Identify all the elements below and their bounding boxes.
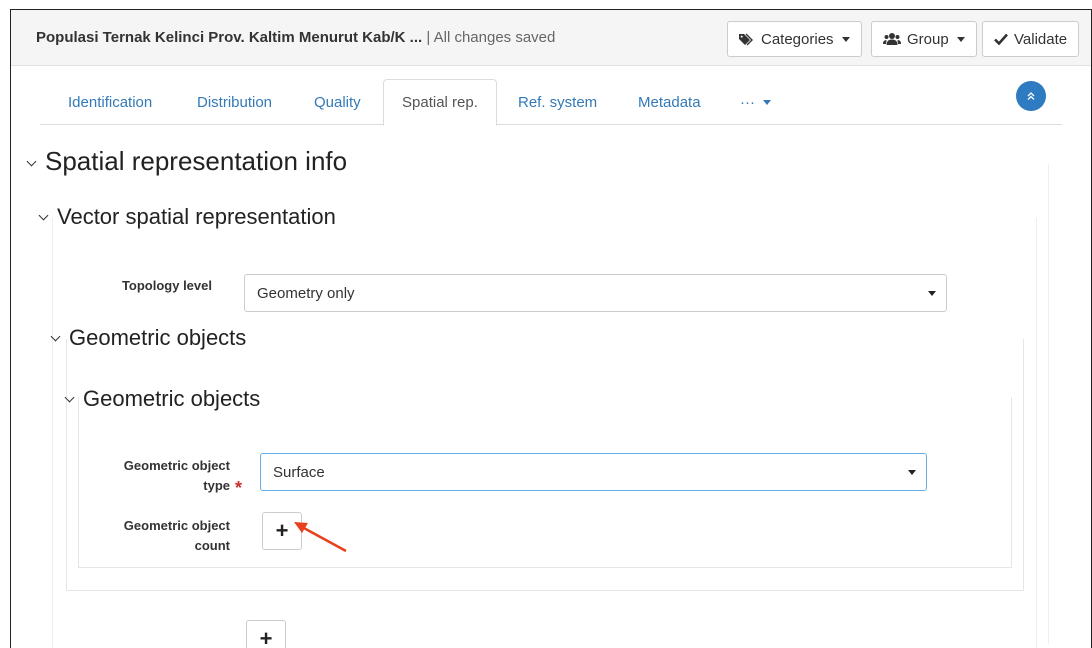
geometric-object-type-select[interactable]: Surface: [260, 453, 927, 491]
topology-value: Geometry only: [257, 284, 355, 302]
topology-select[interactable]: Geometry only: [244, 274, 947, 312]
tab-metadata[interactable]: Metadata: [620, 79, 719, 125]
chevron-down-icon: [908, 470, 916, 475]
required-mark: *: [235, 478, 243, 498]
title-separator: |: [426, 29, 431, 46]
tab-spatial-rep[interactable]: Spatial rep.: [383, 79, 497, 126]
tab-distribution[interactable]: Distribution: [179, 79, 290, 125]
chevron-down-icon: [763, 99, 771, 105]
more-label: ···: [740, 93, 755, 111]
section-spatial-info[interactable]: Spatial representation info: [26, 146, 348, 177]
section-title: Geometric objects: [69, 325, 247, 350]
validate-label: Validate: [1014, 30, 1068, 48]
group-button[interactable]: Group: [871, 21, 977, 57]
document-name: Populasi Ternak Kelinci Prov. Kaltim Men…: [36, 29, 423, 46]
scroll-top-button[interactable]: [1016, 81, 1046, 111]
arrow-annotation-icon: [294, 522, 347, 553]
label-line: count: [194, 538, 230, 553]
chevron-down-icon: [64, 392, 75, 403]
group-label: Group: [907, 30, 949, 48]
geometric-object-count-label: Geometric object count: [100, 516, 230, 556]
document-title: Populasi Ternak Kelinci Prov. Kaltim Men…: [36, 29, 555, 46]
geometric-object-type-value: Surface: [273, 463, 325, 481]
users-icon: [883, 33, 901, 45]
topology-label: Topology level: [121, 278, 212, 293]
section-geometric-objects-inner[interactable]: Geometric objects: [64, 386, 261, 412]
categories-label: Categories: [761, 30, 834, 48]
chevron-down-icon: [841, 36, 850, 42]
categories-button[interactable]: Categories: [727, 21, 862, 57]
geometric-object-type-label: Geometric object type: [100, 456, 230, 496]
tab-identification[interactable]: Identification: [50, 79, 170, 125]
tab-more[interactable]: ···: [722, 79, 789, 125]
chevron-up-icon: [1027, 92, 1035, 100]
label-line: type: [203, 478, 230, 493]
section-geometric-objects-outer[interactable]: Geometric objects: [50, 325, 247, 351]
tab-quality[interactable]: Quality: [296, 79, 379, 125]
plus-icon: +: [275, 518, 289, 543]
chevron-down-icon: [50, 331, 61, 342]
section-title: Spatial representation info: [45, 146, 348, 176]
tag-icon: [739, 33, 753, 45]
check-icon: [994, 33, 1008, 45]
editor-tabs: Identification Distribution Quality Spat…: [40, 79, 1062, 126]
section-title: Geometric objects: [83, 386, 261, 411]
add-geometric-objects-button[interactable]: +: [246, 620, 286, 648]
tab-ref-system[interactable]: Ref. system: [500, 79, 615, 125]
label-line: Geometric object: [123, 458, 230, 473]
section-title: Vector spatial representation: [57, 204, 336, 229]
section-vector[interactable]: Vector spatial representation: [38, 204, 336, 230]
label-line: Geometric object: [123, 518, 230, 533]
save-status: All changes saved: [433, 29, 556, 46]
chevron-down-icon: [928, 291, 936, 296]
chevron-down-icon: [956, 36, 965, 42]
chevron-down-icon: [38, 210, 49, 221]
chevron-down-icon: [26, 156, 37, 167]
validate-button[interactable]: Validate: [982, 21, 1080, 57]
editor-toolbar: Populasi Ternak Kelinci Prov. Kaltim Men…: [11, 10, 1091, 66]
plus-icon: +: [259, 626, 273, 648]
